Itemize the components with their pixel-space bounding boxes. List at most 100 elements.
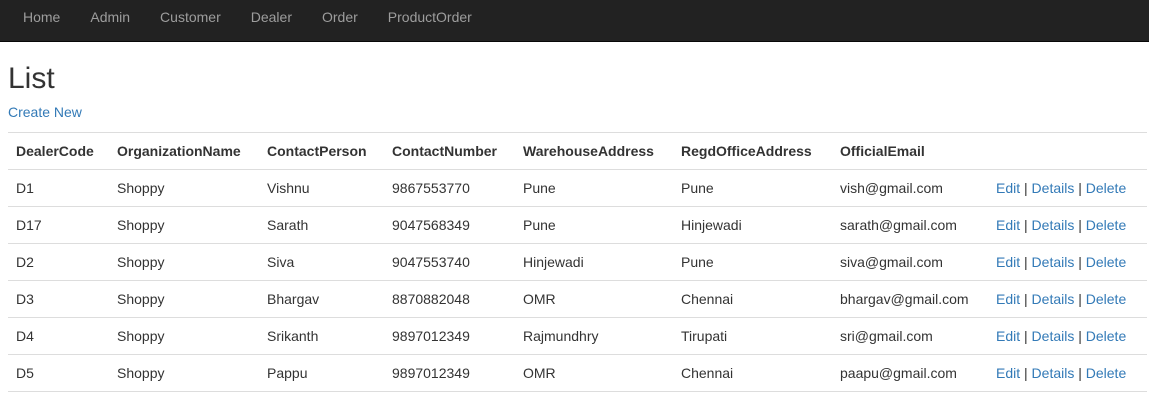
details-link[interactable]: Details xyxy=(1032,365,1075,381)
table-cell: D3 xyxy=(8,280,109,318)
action-separator: | xyxy=(1024,217,1028,233)
create-new-link[interactable]: Create New xyxy=(8,105,82,119)
table-cell: paapu@gmail.com xyxy=(832,354,988,392)
table-cell: Shoppy xyxy=(109,169,259,207)
delete-link[interactable]: Delete xyxy=(1086,365,1126,381)
table-cell: Siva xyxy=(259,243,384,281)
top-navbar: Home Admin Customer Dealer Order Product… xyxy=(0,0,1149,42)
details-link[interactable]: Details xyxy=(1032,328,1075,344)
table-cell: Shoppy xyxy=(109,280,259,318)
table-cell: Shoppy xyxy=(109,243,259,281)
table-row: D5 Shoppy Pappu 9897012349 OMR Chennai paapu@g… xyxy=(8,354,1147,392)
edit-link[interactable]: Edit xyxy=(996,365,1020,381)
nav-home[interactable]: Home xyxy=(0,10,75,24)
column-header xyxy=(988,132,1147,170)
table-cell: 9867553770 xyxy=(384,169,515,207)
table-row: D17 Shoppy Sarath 9047568349 Pune Hinjewadi sa… xyxy=(8,206,1147,244)
details-link[interactable]: Details xyxy=(1032,291,1075,307)
table-row: D3 Shoppy Bhargav 8870882048 OMR Chennai bharg… xyxy=(8,280,1147,318)
delete-link[interactable]: Delete xyxy=(1086,180,1126,196)
table-cell: D4 xyxy=(8,317,109,355)
table-cell: 9047568349 xyxy=(384,206,515,244)
table-cell: Chennai xyxy=(673,354,832,392)
edit-link[interactable]: Edit xyxy=(996,328,1020,344)
table-cell: D5 xyxy=(8,354,109,392)
column-header: ContactNumber xyxy=(384,132,515,170)
column-header: OfficialEmail xyxy=(832,132,988,170)
table-cell: Pappu xyxy=(259,354,384,392)
edit-link[interactable]: Edit xyxy=(996,291,1020,307)
delete-link[interactable]: Delete xyxy=(1086,291,1126,307)
table-cell: sri@gmail.com xyxy=(832,317,988,355)
row-actions: Edit | Details | Delete xyxy=(988,169,1147,207)
table-cell: sarath@gmail.com xyxy=(832,206,988,244)
table-header-row: DealerCode OrganizationName ContactPerson C… xyxy=(8,132,1147,170)
table-cell: Vishnu xyxy=(259,169,384,207)
table-cell: Srikanth xyxy=(259,317,384,355)
table-cell: OMR xyxy=(515,354,673,392)
action-separator: | xyxy=(1078,291,1082,307)
dealer-table: DealerCode OrganizationName ContactPerson C… xyxy=(8,132,1147,392)
table-cell: Shoppy xyxy=(109,206,259,244)
delete-link[interactable]: Delete xyxy=(1086,217,1126,233)
column-header: WarehouseAddress xyxy=(515,132,673,170)
table-cell: 9047553740 xyxy=(384,243,515,281)
row-actions: Edit | Details | Delete xyxy=(988,206,1147,244)
edit-link[interactable]: Edit xyxy=(996,180,1020,196)
table-cell: Shoppy xyxy=(109,354,259,392)
details-link[interactable]: Details xyxy=(1032,254,1075,270)
table-row: D2 Shoppy Siva 9047553740 Hinjewadi Pune siva@… xyxy=(8,243,1147,281)
table-cell: Pune xyxy=(673,169,832,207)
column-header: DealerCode xyxy=(8,132,109,170)
table-body: D1 Shoppy Vishnu 9867553770 Pune Pune vish@gma… xyxy=(8,169,1147,392)
row-actions: Edit | Details | Delete xyxy=(988,354,1147,392)
action-separator: | xyxy=(1024,328,1028,344)
table-cell: 9897012349 xyxy=(384,317,515,355)
table-cell: Pune xyxy=(515,169,673,207)
delete-link[interactable]: Delete xyxy=(1086,328,1126,344)
action-separator: | xyxy=(1078,217,1082,233)
table-cell: Chennai xyxy=(673,280,832,318)
action-separator: | xyxy=(1024,291,1028,307)
table-cell: D2 xyxy=(8,243,109,281)
action-separator: | xyxy=(1078,328,1082,344)
table-cell: Rajmundhry xyxy=(515,317,673,355)
column-header: ContactPerson xyxy=(259,132,384,170)
action-separator: | xyxy=(1078,365,1082,381)
table-row: D4 Shoppy Srikanth 9897012349 Rajmundhry Tiru… xyxy=(8,317,1147,355)
column-header: RegdOfficeAddress xyxy=(673,132,832,170)
row-actions: Edit | Details | Delete xyxy=(988,317,1147,355)
table-cell: siva@gmail.com xyxy=(832,243,988,281)
table-cell: D17 xyxy=(8,206,109,244)
nav-productorder[interactable]: ProductOrder xyxy=(373,10,487,24)
edit-link[interactable]: Edit xyxy=(996,217,1020,233)
action-separator: | xyxy=(1078,180,1082,196)
table-cell: OMR xyxy=(515,280,673,318)
nav-dealer[interactable]: Dealer xyxy=(236,10,307,24)
details-link[interactable]: Details xyxy=(1032,217,1075,233)
table-cell: Tirupati xyxy=(673,317,832,355)
nav-customer[interactable]: Customer xyxy=(145,10,236,24)
table-cell: 9897012349 xyxy=(384,354,515,392)
delete-link[interactable]: Delete xyxy=(1086,254,1126,270)
main-content: List Create New DealerCode OrganizationNa… xyxy=(0,62,1149,392)
table-cell: Bhargav xyxy=(259,280,384,318)
nav-admin[interactable]: Admin xyxy=(75,10,145,24)
table-cell: Shoppy xyxy=(109,317,259,355)
action-separator: | xyxy=(1024,254,1028,270)
edit-link[interactable]: Edit xyxy=(996,254,1020,270)
action-separator: | xyxy=(1024,180,1028,196)
table-cell: 8870882048 xyxy=(384,280,515,318)
nav-order[interactable]: Order xyxy=(307,10,373,24)
table-cell: vish@gmail.com xyxy=(832,169,988,207)
table-cell: Hinjewadi xyxy=(515,243,673,281)
row-actions: Edit | Details | Delete xyxy=(988,280,1147,318)
column-header: OrganizationName xyxy=(109,132,259,170)
details-link[interactable]: Details xyxy=(1032,180,1075,196)
table-cell: Hinjewadi xyxy=(673,206,832,244)
page-title: List xyxy=(8,62,55,95)
action-separator: | xyxy=(1078,254,1082,270)
table-row: D1 Shoppy Vishnu 9867553770 Pune Pune vish@gma… xyxy=(8,169,1147,207)
table-cell: D1 xyxy=(8,169,109,207)
action-separator: | xyxy=(1024,365,1028,381)
